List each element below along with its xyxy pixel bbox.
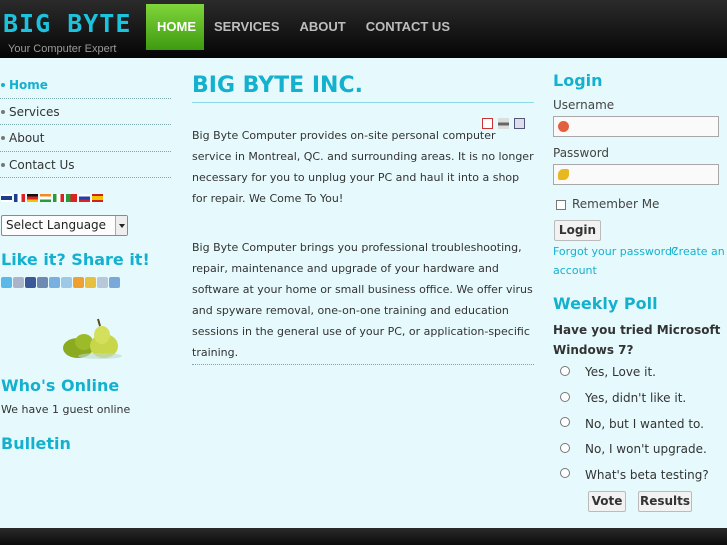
spain-flag-icon[interactable] (92, 194, 103, 202)
twitter-icon[interactable] (1, 277, 12, 288)
nav-contact[interactable]: CONTACT US (356, 4, 460, 50)
sidebar-menu: Home Services About Contact Us (0, 72, 171, 178)
poll-option-5[interactable]: What's beta testing? (585, 468, 709, 482)
nav-services[interactable]: SERVICES (204, 4, 290, 50)
online-text: We have 1 guest online (1, 403, 131, 416)
sidebar-item-contact[interactable]: Contact Us (0, 152, 171, 178)
login-button[interactable]: Login (554, 220, 601, 241)
india-flag-icon[interactable] (40, 194, 51, 202)
france-flag-icon[interactable] (14, 194, 25, 202)
site-tagline: Your Computer Expert (8, 43, 117, 55)
poll-heading: Weekly Poll (553, 294, 658, 313)
language-flags (1, 194, 103, 202)
poll-question: Have you tried Microsoft Windows 7? (553, 323, 721, 357)
content-divider (192, 364, 534, 365)
language-select[interactable]: Select Language (1, 215, 128, 236)
create-account-link-cont[interactable]: account (553, 261, 597, 280)
uk-flag-icon[interactable] (1, 194, 12, 202)
poll-radio-5[interactable] (560, 468, 570, 478)
poll-option-1[interactable]: Yes, Love it. (585, 365, 656, 379)
germany-flag-icon[interactable] (27, 194, 38, 202)
page-title: BIG BYTE INC. (192, 73, 363, 98)
poll-radio-1[interactable] (560, 366, 570, 376)
facebook-icon[interactable] (25, 277, 36, 288)
services-paragraph: Big Byte Computer brings you professiona… (192, 241, 533, 359)
remember-label: Remember Me (572, 197, 660, 211)
intro-paragraph: Big Byte Computer provides on-site perso… (192, 129, 534, 205)
poll-option-2[interactable]: Yes, didn't like it. (585, 391, 686, 405)
pears-image (63, 318, 122, 359)
yahoo-icon[interactable] (85, 277, 96, 288)
stumbleupon-icon[interactable] (61, 277, 72, 288)
sidebar-item-home[interactable]: Home (0, 72, 171, 99)
top-nav: HOME SERVICES ABOUT CONTACT US (146, 4, 460, 50)
username-field[interactable] (553, 116, 719, 137)
google-icon[interactable] (97, 277, 108, 288)
portugal-flag-icon[interactable] (66, 194, 77, 202)
language-select-value: Select Language (6, 218, 107, 232)
key-icon (558, 169, 569, 180)
poll-option-3[interactable]: No, but I wanted to. (585, 417, 704, 431)
russia-flag-icon[interactable] (79, 194, 90, 202)
bulletin-heading: Bulletin (1, 434, 71, 453)
sidebar-item-about[interactable]: About (0, 125, 171, 152)
site-logo[interactable]: BIG BYTE (3, 10, 131, 38)
chevron-down-icon[interactable] (115, 216, 127, 235)
poll-option-4[interactable]: No, I won't upgrade. (585, 442, 707, 456)
digg-icon[interactable] (37, 277, 48, 288)
sidebar-item-services[interactable]: Services (0, 99, 171, 125)
share-heading: Like it? Share it! (1, 250, 150, 269)
online-heading: Who's Online (1, 376, 120, 395)
blogger-icon[interactable] (13, 277, 24, 288)
remember-checkbox[interactable] (556, 200, 566, 210)
vote-button[interactable]: Vote (588, 491, 626, 512)
login-heading: Login (553, 71, 603, 90)
username-label: Username (553, 98, 615, 112)
reddit-icon[interactable] (73, 277, 84, 288)
forgot-password-link[interactable]: Forgot your password? (553, 242, 678, 261)
poll-radio-3[interactable] (560, 417, 570, 427)
user-icon (558, 121, 569, 132)
footer-bar (0, 528, 727, 545)
nav-home[interactable]: HOME (146, 4, 204, 50)
title-divider (192, 102, 534, 103)
password-label: Password (553, 146, 610, 160)
password-field[interactable] (553, 164, 719, 185)
nav-about[interactable]: ABOUT (290, 4, 356, 50)
share-icons (1, 277, 120, 288)
site-header: BIG BYTE Your Computer Expert HOME SERVI… (0, 0, 727, 58)
delicious-icon[interactable] (49, 277, 60, 288)
create-account-link[interactable]: Create an (671, 242, 725, 261)
results-button[interactable]: Results (638, 491, 692, 512)
italy-flag-icon[interactable] (53, 194, 64, 202)
poll-radio-4[interactable] (560, 443, 570, 453)
poll-radio-2[interactable] (560, 392, 570, 402)
help-icon[interactable] (109, 277, 120, 288)
